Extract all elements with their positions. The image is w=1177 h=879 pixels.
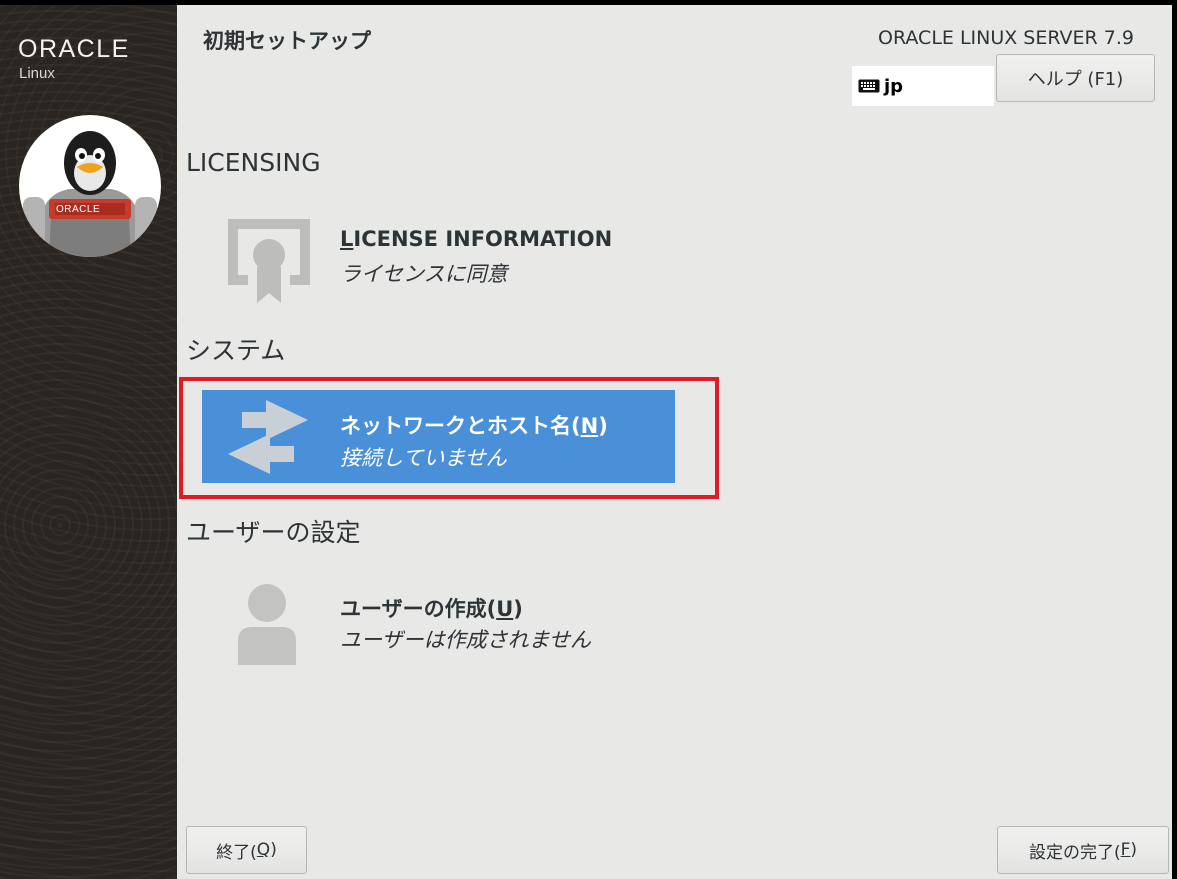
oracle-logo: ORACLE (18, 35, 130, 63)
keyboard-layout-indicator[interactable]: jp (852, 66, 994, 106)
quit-button[interactable]: 終了(Q) (186, 826, 307, 874)
keyboard-icon (858, 79, 880, 93)
certificate-icon (228, 219, 310, 303)
section-heading-licensing: LICENSING (186, 148, 321, 177)
keyboard-layout-label: jp (884, 75, 904, 97)
highlight-annotation (179, 377, 719, 499)
finish-configuration-button[interactable]: 設定の完了(F) (997, 826, 1169, 874)
sidebar: ORACLE Linux ORACLE (0, 5, 177, 879)
user-icon (238, 584, 296, 665)
initial-setup-window: ORACLE Linux ORACLE 初期セットアップ ORACLE LINU… (0, 5, 1172, 879)
license-information-name: LICENSE INFORMATION (340, 227, 613, 251)
section-heading-user-settings: ユーザーの設定 (186, 518, 361, 547)
tux-mascot-icon (19, 115, 161, 257)
help-button[interactable]: ヘルプ (F1) (996, 54, 1155, 102)
section-heading-system: システム (186, 336, 286, 365)
oracle-logo-subtitle: Linux (19, 65, 55, 82)
mascot-badge-text: ORACLE (56, 204, 101, 215)
license-information-status: ライセンスに同意 (340, 262, 508, 286)
user-creation-name: ユーザーの作成(U) (340, 597, 523, 621)
user-creation-status: ユーザーは作成されません (340, 628, 591, 652)
page-title: 初期セットアップ (203, 29, 371, 53)
product-name: ORACLE LINUX SERVER 7.9 (878, 27, 1134, 49)
